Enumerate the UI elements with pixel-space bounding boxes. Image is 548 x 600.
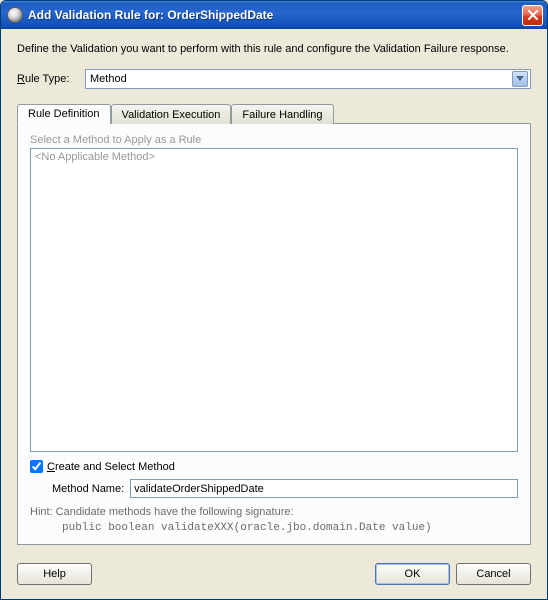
chevron-down-icon — [516, 76, 524, 82]
close-button[interactable] — [522, 5, 543, 26]
dialog-content: Define the Validation you want to perfor… — [1, 29, 547, 555]
titlebar: Add Validation Rule for: OrderShippedDat… — [1, 1, 547, 29]
method-name-row: Method Name: — [52, 479, 518, 498]
hint-text: Hint: Candidate methods have the followi… — [30, 506, 518, 534]
create-method-checkbox[interactable] — [30, 460, 43, 473]
method-name-label: Method Name: — [52, 483, 124, 495]
create-method-label: Create and Select Method — [47, 461, 175, 473]
hint-line1: Hint: Candidate methods have the followi… — [30, 506, 294, 518]
rule-type-label: Rule Type: — [17, 73, 85, 85]
rule-type-select[interactable]: Method — [85, 69, 531, 89]
tab-bar: Rule Definition Validation Execution Fai… — [17, 103, 531, 123]
ok-button[interactable]: OK — [375, 563, 450, 585]
tab-validation-execution[interactable]: Validation Execution — [111, 104, 232, 124]
hint-signature: public boolean validateXXX(oracle.jbo.do… — [62, 522, 518, 534]
create-method-row: Create and Select Method — [30, 460, 518, 473]
button-label: Help — [43, 568, 66, 580]
cancel-button[interactable]: Cancel — [456, 563, 531, 585]
dialog-footer: Help OK Cancel — [1, 555, 547, 599]
tab-label: Validation Execution — [122, 109, 221, 121]
tab-label: Failure Handling — [242, 109, 322, 121]
help-button[interactable]: Help — [17, 563, 92, 585]
app-icon — [7, 7, 23, 23]
description-text: Define the Validation you want to perfor… — [17, 43, 531, 55]
tab-failure-handling[interactable]: Failure Handling — [231, 104, 333, 124]
button-label: OK — [405, 568, 421, 580]
footer-spacer — [98, 563, 369, 585]
listbox-placeholder: <No Applicable Method> — [35, 151, 155, 163]
tab-panel-rule-definition: Select a Method to Apply as a Rule <No A… — [17, 123, 531, 545]
button-label: Cancel — [476, 568, 510, 580]
rule-type-row: Rule Type: Method — [17, 69, 531, 89]
window-title: Add Validation Rule for: OrderShippedDat… — [28, 8, 522, 22]
dropdown-button[interactable] — [512, 71, 528, 87]
method-listbox[interactable]: <No Applicable Method> — [30, 148, 518, 452]
rule-type-value: Method — [90, 73, 512, 85]
dialog-window: Add Validation Rule for: OrderShippedDat… — [0, 0, 548, 600]
close-icon — [528, 10, 538, 20]
tab-rule-definition[interactable]: Rule Definition — [17, 104, 111, 124]
method-name-input[interactable] — [130, 479, 518, 498]
tab-label: Rule Definition — [28, 108, 100, 120]
select-method-label: Select a Method to Apply as a Rule — [30, 134, 518, 146]
